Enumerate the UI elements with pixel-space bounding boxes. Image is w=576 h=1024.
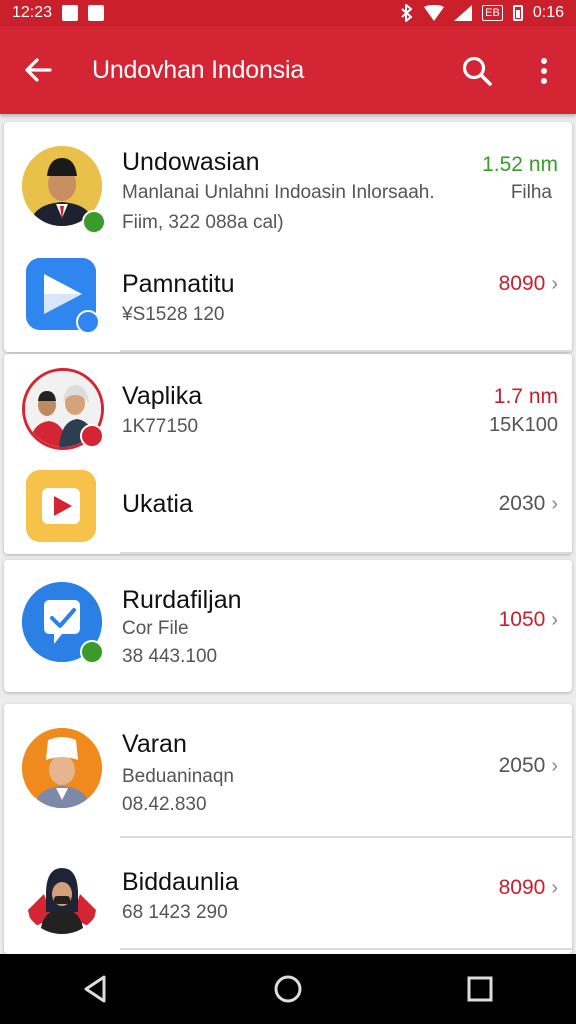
status-time: 12:23: [12, 4, 53, 21]
item-name: Ukatia: [122, 490, 193, 518]
nav-back-icon[interactable]: [76, 969, 116, 1009]
card-group-1: Undowasian 1.52 nm Manlanai Unlahni Indo…: [4, 122, 572, 352]
list-item[interactable]: Ukatia 2030 ›: [4, 460, 572, 554]
item-line1: Manlanai Unlahni Indoasin Inlorsaah.: [122, 182, 435, 203]
list-item[interactable]: Undowasian 1.52 nm Manlanai Unlahni Indo…: [4, 122, 572, 242]
check-badge-icon: [80, 640, 104, 664]
item-name: Biddaunlia: [122, 868, 239, 896]
card-group-4: Varan 2050 › Beduaninaqn 08.42.830 Biddau…: [4, 704, 572, 954]
item-value: 2050 ›: [498, 754, 558, 777]
list-item[interactable]: Varan 2050 › Beduaninaqn 08.42.830: [4, 704, 572, 838]
item-line1: Cor File: [122, 618, 189, 639]
person-badge-icon: [80, 424, 104, 448]
mail-icon: [88, 5, 105, 21]
page-title: Undovhan Indonsia: [92, 56, 305, 84]
chevron-right-icon: ›: [551, 877, 558, 899]
item-value: 8090 ›: [498, 272, 558, 295]
item-line2: 38 443.100: [122, 646, 218, 667]
battery-icon: [512, 5, 523, 21]
list-item[interactable]: Biddaunlia 8090 › 68 1423 290: [4, 838, 572, 954]
avatar: [22, 854, 102, 934]
avatar: [22, 728, 102, 808]
verified-badge-icon: [82, 210, 106, 234]
item-name: Vaplika: [122, 382, 203, 410]
search-icon[interactable]: [460, 54, 494, 88]
item-name: Pamnatitu: [122, 270, 235, 298]
divider: [120, 552, 572, 554]
signal-icon: [454, 5, 473, 21]
item-line1: 68 1423 290: [122, 902, 228, 923]
notification-icon: [62, 5, 79, 21]
app-icon: [26, 470, 96, 542]
item-line1: ¥S1528 120: [122, 304, 225, 325]
item-value: 1.52 nm: [482, 153, 558, 176]
item-line1: Beduaninaqn: [122, 766, 234, 787]
card-group-3: Rurdafiljan 1050 › Cor File 38 443.100: [4, 560, 572, 692]
star-badge-icon: [76, 310, 100, 334]
status-bar: 12:23 EB 0:16: [0, 0, 576, 26]
item-line1: 1K77150: [122, 416, 199, 437]
item-value: 1050 ›: [498, 608, 558, 631]
list-item[interactable]: Vaplika 1.7 nm 1K77150 15K100: [4, 354, 572, 460]
item-line2: 08.42.830: [122, 794, 207, 815]
divider: [120, 350, 572, 352]
item-line2: Fiim, 322 088a cal): [122, 212, 284, 233]
chevron-right-icon: ›: [551, 493, 558, 515]
more-vert-icon[interactable]: [532, 56, 556, 86]
nav-recents-icon[interactable]: [460, 969, 500, 1009]
item-value: 2030 ›: [498, 492, 558, 515]
list-item[interactable]: Rurdafiljan 1050 › Cor File 38 443.100: [4, 560, 572, 692]
item-value: 8090 ›: [498, 876, 558, 899]
item-name: Rurdafiljan: [122, 586, 242, 614]
bluetooth-icon: [401, 4, 413, 22]
nav-home-icon[interactable]: [268, 969, 308, 1009]
item-name: Undowasian: [122, 148, 260, 176]
item-value2: 15K100: [489, 414, 558, 436]
item-name: Varan: [122, 730, 187, 758]
chevron-right-icon: ›: [551, 609, 558, 631]
chevron-right-icon: ›: [551, 273, 558, 295]
card-group-2: Vaplika 1.7 nm 1K77150 15K100 Ukatia 203…: [4, 354, 572, 554]
wifi-icon: [424, 5, 445, 21]
network-tag: EB: [482, 5, 503, 21]
item-value: 1.7 nm: [493, 385, 558, 408]
divider: [120, 948, 572, 950]
back-arrow-icon[interactable]: [22, 54, 54, 86]
app-bar: Undovhan Indonsia: [0, 26, 576, 114]
navigation-bar: [0, 954, 576, 1024]
chevron-right-icon: ›: [551, 755, 558, 777]
status-right-time: 0:16: [532, 4, 564, 21]
list-item[interactable]: Pamnatitu 8090 › ¥S1528 120: [4, 242, 572, 352]
item-line1-right: Filha: [510, 182, 552, 203]
